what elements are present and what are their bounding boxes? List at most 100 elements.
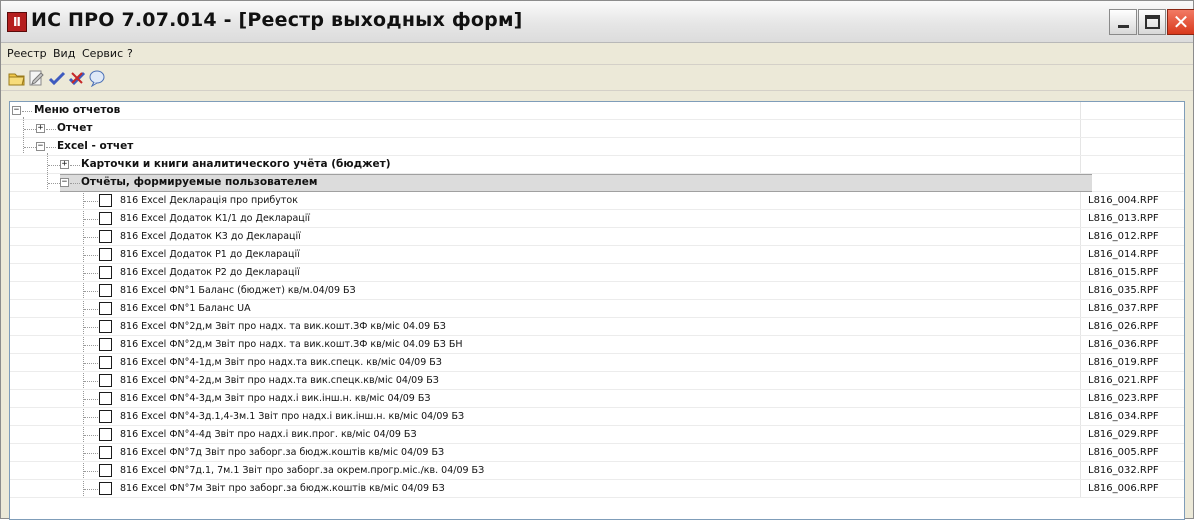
open-folder-icon[interactable]: [8, 69, 26, 87]
report-item-row[interactable]: 816 Excel Додаток Р1 до Декларації L816_0…: [10, 246, 1184, 264]
report-name: 816 Excel Додаток Р1 до Декларації: [120, 249, 300, 260]
report-name: 816 Excel ФN°1 Баланс (бюджет) кв/м.04/0…: [120, 285, 356, 296]
report-checkbox[interactable]: [99, 266, 112, 279]
close-icon: ✕: [1172, 10, 1190, 34]
menu-help[interactable]: ?: [127, 47, 133, 60]
menu-bar: Реестр Вид Сервис ?: [1, 44, 1193, 65]
edit-document-icon[interactable]: [28, 69, 46, 87]
report-name: 816 Excel ФN°1 Баланс UA: [120, 303, 251, 314]
report-item-row[interactable]: 816 Excel ФN°2д,м Звіт про надх. та вик.…: [10, 318, 1184, 336]
report-checkbox[interactable]: [99, 302, 112, 315]
app-window: Ⅱ ИС ПРО 7.07.014 - [Реестр выходных фор…: [0, 0, 1194, 520]
report-item-row[interactable]: 816 Excel ФN°7д Звіт про заборг.за бюдж.…: [10, 444, 1184, 462]
report-file: L816_019.RPF: [1088, 357, 1159, 368]
tree-node-selected[interactable]: − Отчёты, формируемые пользователем: [10, 174, 1184, 192]
expand-icon[interactable]: +: [60, 160, 69, 169]
menu-registry[interactable]: Реестр: [7, 47, 47, 60]
report-file: L816_029.RPF: [1088, 429, 1159, 440]
report-checkbox[interactable]: [99, 464, 112, 477]
report-file: L816_004.RPF: [1088, 195, 1159, 206]
report-file: L816_026.RPF: [1088, 321, 1159, 332]
report-checkbox[interactable]: [99, 338, 112, 351]
report-name: 816 Excel Додаток К3 до Декларації: [120, 231, 301, 242]
report-name: 816 Excel Додаток К1/1 до Декларації: [120, 213, 311, 224]
maximize-icon: [1145, 15, 1160, 29]
report-file: L816_005.RPF: [1088, 447, 1159, 458]
report-item-row[interactable]: 816 Excel ФN°7д.1, 7м.1 Звіт про заборг.…: [10, 462, 1184, 480]
report-tree[interactable]: − Меню отчетов + Отчет − Excel - отчет +…: [9, 101, 1185, 520]
tree-node-label: Отчёты, формируемые пользователем: [81, 176, 318, 188]
report-item-row[interactable]: 816 Excel ФN°4-1д,м Звіт про надх.та вик…: [10, 354, 1184, 372]
report-item-row[interactable]: 816 Excel Додаток К3 до Декларації L816_0…: [10, 228, 1184, 246]
report-file: L816_037.RPF: [1088, 303, 1159, 314]
report-file: L816_021.RPF: [1088, 375, 1159, 386]
report-file: L816_023.RPF: [1088, 393, 1159, 404]
tree-node-label: Карточки и книги аналитического учёта (б…: [81, 158, 391, 170]
report-name: 816 Excel ФN°4-2д,м Звіт про надх.та вик…: [120, 375, 439, 386]
report-checkbox[interactable]: [99, 248, 112, 261]
check-icon[interactable]: [48, 69, 66, 87]
report-checkbox[interactable]: [99, 482, 112, 495]
maximize-button[interactable]: [1138, 9, 1166, 35]
tree-node-label: Excel - отчет: [57, 140, 134, 152]
report-checkbox[interactable]: [99, 320, 112, 333]
report-checkbox[interactable]: [99, 212, 112, 225]
report-name: 816 Excel Додаток Р2 до Декларації: [120, 267, 300, 278]
tree-node[interactable]: + Карточки и книги аналитического учёта …: [10, 156, 1184, 174]
collapse-icon[interactable]: −: [60, 178, 69, 187]
report-item-row[interactable]: 816 Excel ФN°4-3д.1,4-3м.1 Звіт про надх…: [10, 408, 1184, 426]
report-name: 816 Excel ФN°7м Звіт про заборг.за бюдж.…: [120, 483, 445, 494]
report-checkbox[interactable]: [99, 194, 112, 207]
minimize-button[interactable]: [1109, 9, 1137, 35]
report-item-row[interactable]: 816 Excel ФN°2д,м Звіт про надх. та вик.…: [10, 336, 1184, 354]
report-name: 816 Excel ФN°4-3д.1,4-3м.1 Звіт про надх…: [120, 411, 465, 422]
report-checkbox[interactable]: [99, 230, 112, 243]
tree-node[interactable]: − Excel - отчет: [10, 138, 1184, 156]
menu-service[interactable]: Сервис: [82, 47, 123, 60]
app-icon[interactable]: Ⅱ: [7, 12, 27, 32]
report-checkbox[interactable]: [99, 392, 112, 405]
report-item-row[interactable]: 816 Excel ФN°1 Баланс UA L816_037.RPF: [10, 300, 1184, 318]
report-item-row[interactable]: 816 Excel Додаток Р2 до Декларації L816_0…: [10, 264, 1184, 282]
collapse-icon[interactable]: −: [12, 106, 21, 115]
report-checkbox[interactable]: [99, 446, 112, 459]
report-item-row[interactable]: 816 Excel Декларація про прибуток L816_00…: [10, 192, 1184, 210]
report-file: L816_035.RPF: [1088, 285, 1159, 296]
report-file: L816_034.RPF: [1088, 411, 1159, 422]
report-item-row[interactable]: 816 Excel Додаток К1/1 до Декларації L816…: [10, 210, 1184, 228]
report-name: 816 Excel ФN°2д,м Звіт про надх. та вик.…: [120, 321, 446, 332]
report-file: L816_013.RPF: [1088, 213, 1159, 224]
tree-node-label: Отчет: [57, 122, 93, 134]
title-bar[interactable]: Ⅱ ИС ПРО 7.07.014 - [Реестр выходных фор…: [1, 1, 1194, 43]
report-checkbox[interactable]: [99, 410, 112, 423]
close-button[interactable]: ✕: [1167, 9, 1194, 35]
report-name: 816 Excel ФN°4-3д,м Звіт про надх.і вик.…: [120, 393, 431, 404]
report-checkbox[interactable]: [99, 284, 112, 297]
tree-node[interactable]: + Отчет: [10, 120, 1184, 138]
window-title: ИС ПРО 7.07.014 - [Реестр выходных форм]: [31, 9, 523, 31]
report-file: L816_036.RPF: [1088, 339, 1159, 350]
report-item-row[interactable]: 816 Excel ФN°4-3д,м Звіт про надх.і вик.…: [10, 390, 1184, 408]
menu-view[interactable]: Вид: [53, 47, 75, 60]
report-checkbox[interactable]: [99, 356, 112, 369]
expand-icon[interactable]: +: [36, 124, 45, 133]
toolbar: [1, 66, 1193, 91]
report-item-row[interactable]: 816 Excel ФN°4-4д Звіт про надх.і вик.пр…: [10, 426, 1184, 444]
uncheck-icon[interactable]: [68, 69, 86, 87]
report-name: 816 Excel ФN°7д.1, 7м.1 Звіт про заборг.…: [120, 465, 485, 476]
report-name: 816 Excel ФN°4-1д,м Звіт про надх.та вик…: [120, 357, 442, 368]
comment-icon[interactable]: [88, 69, 106, 87]
report-checkbox[interactable]: [99, 428, 112, 441]
tree-root[interactable]: − Меню отчетов: [10, 102, 1184, 120]
report-item-row[interactable]: 816 Excel ФN°7м Звіт про заборг.за бюдж.…: [10, 480, 1184, 498]
report-checkbox[interactable]: [99, 374, 112, 387]
report-file: L816_006.RPF: [1088, 483, 1159, 494]
report-file: L816_012.RPF: [1088, 231, 1159, 242]
report-item-row[interactable]: 816 Excel ФN°4-2д,м Звіт про надх.та вик…: [10, 372, 1184, 390]
collapse-icon[interactable]: −: [36, 142, 45, 151]
minimize-icon: [1118, 25, 1129, 28]
report-item-row[interactable]: 816 Excel ФN°1 Баланс (бюджет) кв/м.04/0…: [10, 282, 1184, 300]
tree-node-label: Меню отчетов: [34, 104, 121, 116]
report-file: L816_015.RPF: [1088, 267, 1159, 278]
report-name: 816 Excel ФN°7д Звіт про заборг.за бюдж.…: [120, 447, 445, 458]
